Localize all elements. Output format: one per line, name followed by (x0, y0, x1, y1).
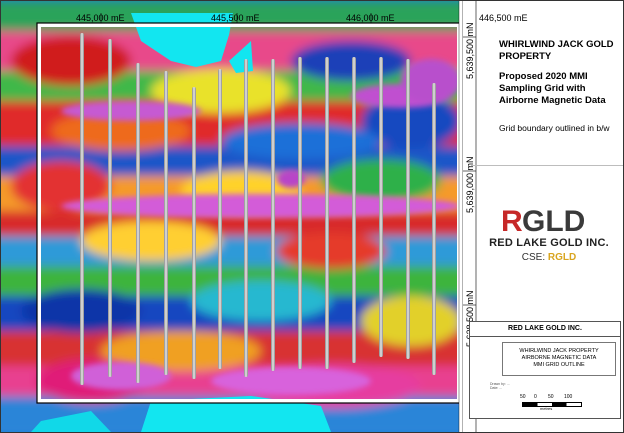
scale-tick-50: 50 (548, 394, 554, 400)
map-figure: 445,000 mE 445,500 mE 446,000 mE 5,639,5… (0, 0, 624, 433)
grid-note: Grid boundary outlined in b/w (499, 123, 610, 133)
legend-panel: WHIRLWIND JACK GOLD PROPERTY Proposed 20… (469, 1, 623, 432)
title-block-line2: AIRBORNE MAGNETIC DATA (521, 355, 597, 361)
cse-symbol: RGLD (547, 252, 577, 263)
property-title: WHIRLWIND JACK GOLD PROPERTY (499, 39, 614, 62)
easting-label-446000: 446,000 mE (346, 13, 395, 23)
easting-label-445500: 445,500 mE (211, 13, 260, 23)
cse-ticker: CSE: RGLD (479, 252, 619, 263)
scale-tick-0: 0 (534, 394, 537, 400)
title-block-line3: MMI GRID OUTLINE (533, 362, 585, 368)
scale-tick-50-left: 50 (520, 394, 526, 400)
cse-prefix: CSE: (521, 252, 546, 263)
svg-text:GLD: GLD (522, 205, 585, 238)
map-subtitle: Proposed 2020 MMI Sampling Grid with Air… (499, 71, 606, 106)
title-block: RED LAKE GOLD INC. WHIRLWIND JACK PROPER… (469, 321, 621, 419)
magnetic-map: 445,000 mE 445,500 mE 446,000 mE (1, 1, 467, 432)
easting-label-445000: 445,000 mE (76, 13, 125, 23)
title-block-date: Date: ... (490, 386, 503, 390)
panel-divider (471, 165, 623, 166)
svg-text:R: R (501, 205, 523, 238)
scale-bar: 50 0 50 100 metres (520, 394, 582, 411)
scale-unit: metres (540, 406, 553, 411)
scale-tick-100: 100 (564, 394, 573, 400)
title-block-company: RED LAKE GOLD INC. (470, 322, 620, 337)
company-name: RED LAKE GOLD INC. (489, 237, 609, 249)
title-block-description: WHIRLWIND JACK PROPERTY AIRBORNE MAGNETI… (502, 342, 616, 376)
title-block-line1: WHIRLWIND JACK PROPERTY (519, 348, 599, 354)
